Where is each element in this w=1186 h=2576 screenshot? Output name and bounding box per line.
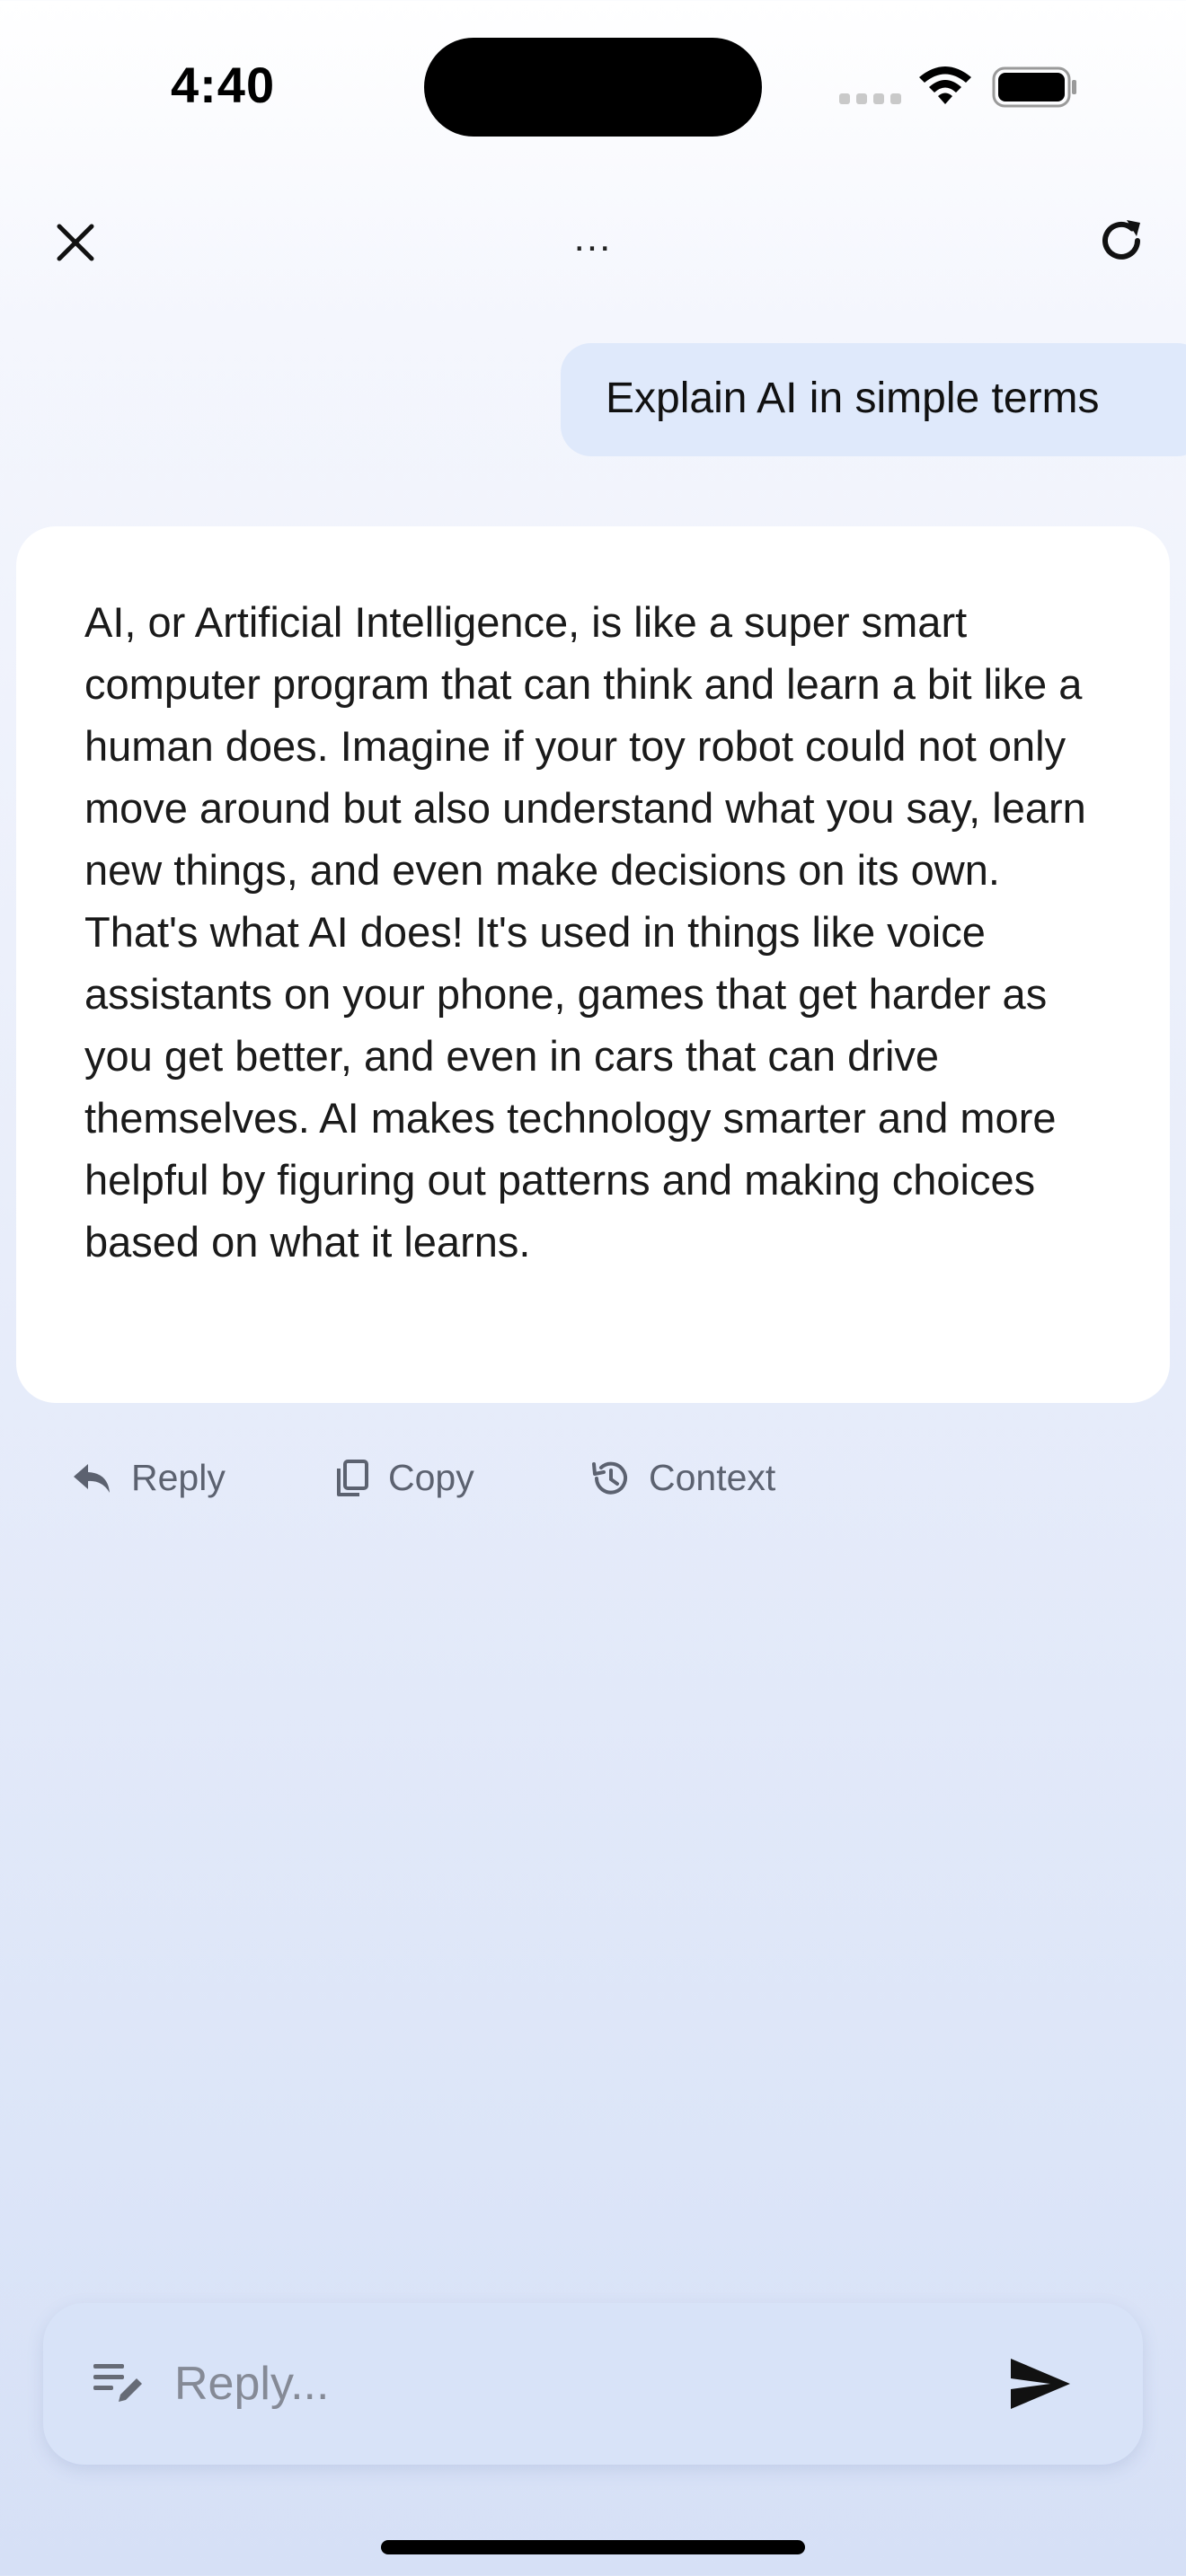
wifi-icon xyxy=(919,66,971,104)
reply-button[interactable]: Reply xyxy=(72,1457,226,1499)
copy-icon xyxy=(337,1459,368,1496)
compose-icon xyxy=(93,2364,142,2402)
context-label: Context xyxy=(649,1457,776,1498)
history-icon xyxy=(592,1461,627,1495)
close-button[interactable] xyxy=(45,212,106,273)
reply-icon xyxy=(74,1463,110,1493)
send-button[interactable] xyxy=(996,2346,1085,2422)
close-icon xyxy=(57,224,94,261)
copy-label: Copy xyxy=(388,1457,474,1498)
reply-composer xyxy=(43,2303,1143,2465)
context-button[interactable]: Context xyxy=(591,1457,775,1499)
status-time: 4:40 xyxy=(171,57,276,113)
copy-button[interactable]: Copy xyxy=(334,1457,474,1499)
send-icon xyxy=(1011,2359,1070,2409)
cellular-signal-icon xyxy=(839,93,901,104)
home-indicator xyxy=(381,2540,805,2554)
reply-label: Reply xyxy=(131,1457,226,1498)
dynamic-island xyxy=(424,38,762,137)
conversation-title[interactable]: ... xyxy=(539,216,647,260)
battery-icon xyxy=(992,66,1076,108)
refresh-button[interactable] xyxy=(1089,208,1154,273)
ai-response-text: AI, or Artificial Intelligence, is like … xyxy=(84,598,1086,1266)
user-message-bubble: Explain AI in simple terms xyxy=(561,343,1186,456)
refresh-icon xyxy=(1102,220,1140,260)
reply-input[interactable] xyxy=(174,2342,983,2425)
ai-response-card: AI, or Artificial Intelligence, is like … xyxy=(16,526,1170,1403)
